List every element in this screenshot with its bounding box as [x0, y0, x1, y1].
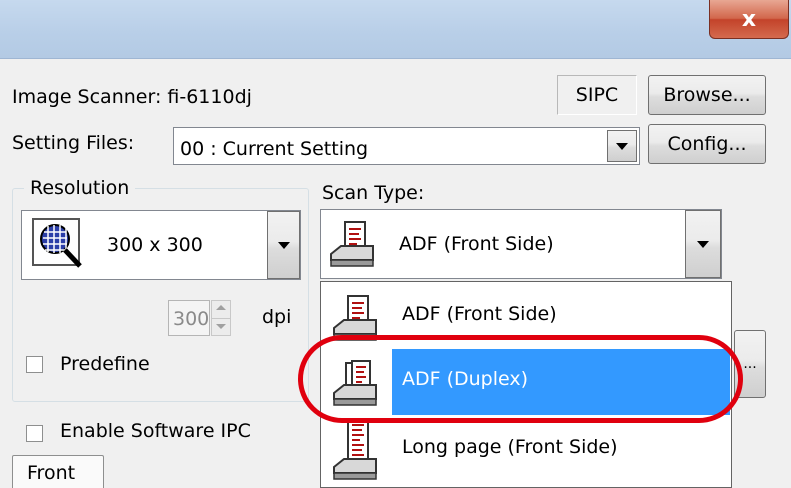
close-button[interactable]: x [709, 0, 789, 39]
config-button[interactable]: Config... [648, 124, 766, 164]
magnifier-icon [32, 218, 82, 268]
resolution-group-label: Resolution [24, 177, 136, 199]
scan-type-dropdown-button[interactable] [685, 210, 721, 278]
dpi-unit-label: dpi [262, 306, 292, 328]
predefine-label: Predefine [60, 353, 150, 375]
more-options-label: ... [743, 356, 757, 372]
adf-front-icon [330, 221, 374, 267]
dpi-value: 300 [173, 308, 210, 330]
chevron-up-icon [216, 305, 226, 310]
title-bar [0, 0, 791, 59]
resolution-select[interactable]: 300 x 300 [21, 210, 301, 280]
predefine-checkbox[interactable] [26, 356, 43, 373]
list-item[interactable]: Long page (Front Side) [322, 415, 732, 481]
scan-type-select[interactable]: ADF (Front Side) [320, 209, 722, 279]
setting-files-value: 00 : Current Setting [180, 138, 369, 160]
close-icon: x [741, 6, 757, 32]
setting-files-select[interactable]: 00 : Current Setting [173, 127, 640, 165]
sipc-label: SIPC [575, 84, 619, 106]
browse-button[interactable]: Browse... [648, 75, 766, 115]
dpi-spinner[interactable] [211, 300, 231, 336]
enable-software-ipc-checkbox[interactable] [26, 425, 43, 442]
chevron-down-icon [216, 324, 226, 329]
resolution-value: 300 x 300 [107, 234, 203, 256]
tab-front-label: Front [27, 462, 76, 484]
enable-software-ipc-label: Enable Software IPC [60, 420, 251, 442]
scan-type-label: Scan Type: [322, 182, 425, 204]
annotation-highlight-oval [298, 335, 743, 423]
chevron-down-icon [277, 241, 290, 249]
image-scanner-label: Image Scanner: fi-6110dj [12, 86, 252, 108]
chevron-down-icon [616, 142, 628, 150]
dpi-input[interactable]: 300 [168, 300, 210, 336]
spinner-divider [212, 318, 230, 319]
scan-type-value: ADF (Front Side) [399, 233, 554, 255]
setting-files-label: Setting Files: [12, 132, 135, 154]
long-page-icon [333, 418, 377, 480]
browse-button-label: Browse... [663, 84, 751, 106]
list-item-label: ADF (Front Side) [402, 303, 557, 325]
setting-files-dropdown-button[interactable] [607, 130, 637, 162]
resolution-dropdown-button[interactable] [267, 211, 300, 279]
config-button-label: Config... [667, 133, 747, 155]
sipc-indicator: SIPC [557, 75, 637, 115]
chevron-down-icon [697, 240, 709, 248]
list-item-label: Long page (Front Side) [402, 436, 618, 458]
tab-front[interactable]: Front [12, 455, 104, 488]
